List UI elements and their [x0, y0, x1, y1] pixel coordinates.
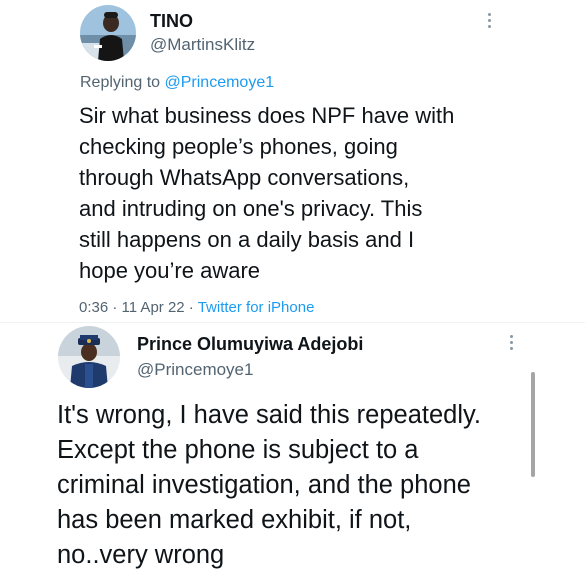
replying-mention-link[interactable]: @Princemoye1: [165, 74, 275, 91]
user-handle[interactable]: @MartinsKlitz: [150, 35, 255, 55]
tweet-tino[interactable]: TINO @MartinsKlitz Replying to @Princemo…: [0, 0, 585, 325]
tweet-line: Sir what business does NPF have with: [79, 103, 455, 128]
avatar[interactable]: [58, 326, 120, 388]
tweet-text: It's wrong, I have said this repeatedly.…: [57, 398, 481, 570]
more-options-icon[interactable]: [486, 13, 492, 31]
tweet-meta: 0:36 · 11 Apr 22 · Twitter for iPhone: [79, 299, 314, 316]
display-name[interactable]: TINO: [150, 11, 193, 32]
tweet-line: checking people’s phones, going: [79, 134, 398, 159]
user-avatar-photo-icon: [80, 5, 136, 61]
display-name[interactable]: Prince Olumuyiwa Adejobi: [137, 334, 363, 355]
tweet-line: and intruding on one's privacy. This: [79, 196, 423, 221]
tweet-thread: TINO @MartinsKlitz Replying to @Princemo…: [0, 0, 585, 570]
replying-prefix: Replying to: [80, 74, 165, 91]
tweet-line: has been marked exhibit, if not,: [57, 506, 412, 534]
tweet-line: hope you’re aware: [79, 258, 261, 283]
tweet-line: criminal investigation, and the phone: [57, 471, 471, 499]
timestamp[interactable]: 0:36 · 11 Apr 22 ·: [79, 299, 198, 316]
tweet-line: through WhatsApp conversations,: [79, 165, 410, 190]
tweet-line: Except the phone is subject to a: [57, 436, 419, 464]
more-options-icon[interactable]: [508, 335, 514, 353]
tweet-prince[interactable]: Prince Olumuyiwa Adejobi @Princemoye1 It…: [0, 322, 585, 570]
tweet-text: Sir what business does NPF have with che…: [79, 100, 454, 286]
avatar[interactable]: [80, 5, 136, 61]
replying-to: Replying to @Princemoye1: [80, 74, 274, 92]
tweet-line: still happens on a daily basis and I: [79, 227, 415, 252]
tweet-line: It's wrong, I have said this repeatedly.: [57, 401, 481, 429]
tweet-line: no..very wrong: [57, 541, 225, 569]
source-link[interactable]: Twitter for iPhone: [198, 299, 315, 316]
police-officer-avatar-photo-icon: [58, 326, 120, 388]
scrollbar[interactable]: [531, 372, 535, 477]
user-handle[interactable]: @Princemoye1: [137, 360, 253, 380]
